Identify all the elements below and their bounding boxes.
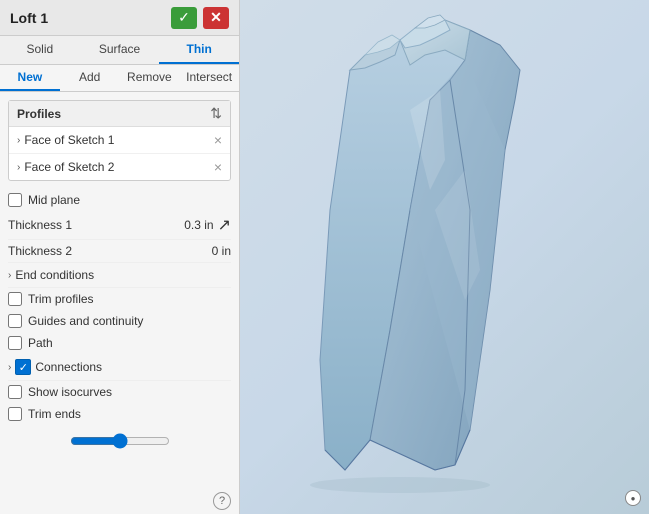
guides-continuity-checkbox[interactable] [8, 314, 22, 328]
profile-left-2: › Face of Sketch 2 [17, 160, 114, 174]
profile-label-1: Face of Sketch 1 [24, 133, 114, 147]
tab-surface[interactable]: Surface [80, 36, 160, 64]
thickness2-value: 0 in [171, 244, 231, 258]
thickness1-value: 0.3 in ↗ [154, 215, 231, 235]
path-checkbox[interactable] [8, 336, 22, 350]
right-panel: ● [240, 0, 649, 514]
slider-row [8, 425, 231, 453]
profile-label-2: Face of Sketch 2 [24, 160, 114, 174]
thickness1-label: Thickness 1 [8, 218, 72, 232]
show-isocurves-checkbox[interactable] [8, 385, 22, 399]
guides-continuity-label: Guides and continuity [28, 314, 143, 328]
end-conditions-row[interactable]: › End conditions [8, 263, 231, 288]
trim-profiles-checkbox[interactable] [8, 292, 22, 306]
title-bar: Loft 1 ✓ ✕ [0, 0, 239, 36]
sort-icon[interactable]: ⇅ [210, 105, 222, 122]
left-panel: Loft 1 ✓ ✕ Solid Surface Thin New Add Re… [0, 0, 240, 514]
trim-ends-checkbox[interactable] [8, 407, 22, 421]
show-isocurves-row: Show isocurves [8, 381, 231, 403]
help-label: ? [219, 495, 225, 507]
help-row: ? [0, 490, 239, 514]
sub-tabs: New Add Remove Intersect [0, 65, 239, 92]
chevron-right-icon-2: › [17, 162, 20, 173]
mid-plane-label: Mid plane [28, 193, 80, 207]
end-conditions-expand-icon: › [8, 270, 11, 281]
profile-close-2[interactable]: × [214, 159, 222, 175]
subtab-new[interactable]: New [0, 65, 60, 91]
trim-profiles-label: Trim profiles [28, 292, 94, 306]
form-section: Mid plane Thickness 1 0.3 in ↗ Thickness… [0, 185, 239, 490]
thickness1-arrow-icon[interactable]: ↗ [218, 215, 231, 235]
path-row: Path [8, 332, 231, 354]
end-conditions-label: End conditions [15, 268, 94, 282]
tab-thin[interactable]: Thin [159, 36, 239, 64]
thickness2-input[interactable]: 0 in [171, 244, 231, 258]
panel-title: Loft 1 [10, 10, 48, 26]
cancel-icon: ✕ [210, 9, 222, 26]
thickness1-row: Thickness 1 0.3 in ↗ [8, 211, 231, 240]
cancel-button[interactable]: ✕ [203, 7, 229, 29]
profile-item-1[interactable]: › Face of Sketch 1 × [9, 127, 230, 154]
profile-left-1: › Face of Sketch 1 [17, 133, 114, 147]
profiles-header: Profiles ⇅ [9, 101, 230, 127]
title-actions: ✓ ✕ [171, 7, 229, 29]
connections-label: Connections [35, 360, 102, 374]
profiles-section: Profiles ⇅ › Face of Sketch 1 × › Face o… [8, 100, 231, 181]
connections-checkmark-icon: ✓ [19, 361, 28, 374]
profiles-title: Profiles [17, 107, 61, 121]
viewport-control-icon[interactable]: ● [625, 490, 641, 506]
trim-ends-row: Trim ends [8, 403, 231, 425]
confirm-button[interactable]: ✓ [171, 7, 197, 29]
trim-profiles-row: Trim profiles [8, 288, 231, 310]
slider-input[interactable] [70, 433, 170, 449]
profile-item-2[interactable]: › Face of Sketch 2 × [9, 154, 230, 180]
mid-plane-row: Mid plane [8, 189, 231, 211]
chevron-right-icon-1: › [17, 135, 20, 146]
3d-shape-svg [270, 10, 640, 500]
connections-checkbox[interactable]: ✓ [15, 359, 31, 375]
mode-tabs: Solid Surface Thin [0, 36, 239, 65]
thickness2-row: Thickness 2 0 in [8, 240, 231, 263]
help-icon[interactable]: ? [213, 492, 231, 510]
trim-ends-label: Trim ends [28, 407, 81, 421]
confirm-icon: ✓ [178, 9, 190, 26]
path-label: Path [28, 336, 53, 350]
show-isocurves-label: Show isocurves [28, 385, 112, 399]
profile-close-1[interactable]: × [214, 132, 222, 148]
subtab-add[interactable]: Add [60, 65, 120, 91]
connections-expand-icon: › [8, 362, 11, 373]
guides-continuity-row: Guides and continuity [8, 310, 231, 332]
thickness1-input[interactable]: 0.3 in [154, 218, 214, 232]
subtab-intersect[interactable]: Intersect [179, 65, 239, 91]
mid-plane-checkbox[interactable] [8, 193, 22, 207]
subtab-remove[interactable]: Remove [120, 65, 180, 91]
tab-solid[interactable]: Solid [0, 36, 80, 64]
thickness2-label: Thickness 2 [8, 244, 72, 258]
connections-row[interactable]: › ✓ Connections [8, 354, 231, 381]
